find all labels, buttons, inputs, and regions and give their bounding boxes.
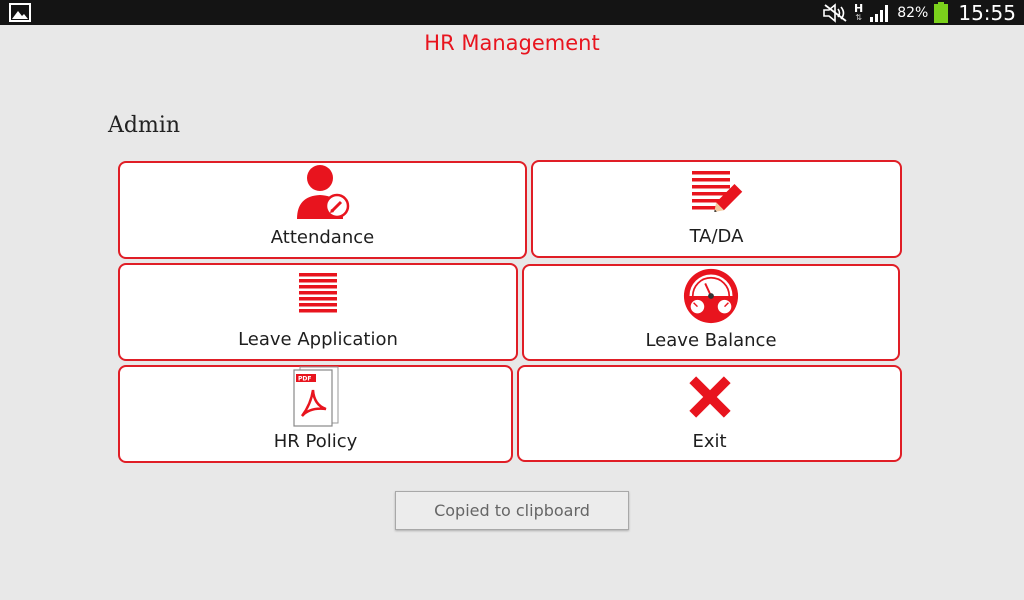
hr-policy-button[interactable]: PDF HR Policy [118, 365, 513, 463]
status-bar: H ⇅ 82% 15:55 [0, 0, 1024, 25]
toast-message: Copied to clipboard [395, 491, 629, 530]
mute-icon [823, 2, 847, 23]
clock: 15:55 [958, 0, 1016, 25]
battery-percent: 82% [897, 4, 929, 21]
section-title: Admin [108, 113, 181, 138]
attendance-user-icon [296, 165, 349, 219]
network-h-icon: H ⇅ [854, 1, 864, 22]
tada-label: TA/DA [689, 226, 744, 247]
signal-icon [870, 4, 889, 22]
pdf-icon: PDF [292, 366, 338, 427]
hr-policy-label: HR Policy [273, 431, 358, 452]
leave-balance-label: Leave Balance [645, 330, 777, 351]
app-title: HR Management [424, 31, 600, 55]
attendance-label: Attendance [270, 227, 375, 248]
leave-application-label: Leave Application [238, 329, 398, 350]
exit-label: Exit [692, 431, 727, 452]
svg-text:PDF: PDF [298, 376, 311, 383]
leave-balance-button[interactable]: Leave Balance [522, 264, 900, 361]
leave-application-button[interactable]: Leave Application [118, 263, 518, 361]
attendance-button[interactable]: Attendance [118, 161, 527, 259]
close-x-icon [688, 376, 731, 418]
tada-button[interactable]: TA/DA [531, 160, 902, 258]
battery-icon [934, 2, 949, 23]
gauge-icon [683, 268, 739, 324]
lines-list-icon [299, 273, 337, 313]
document-edit-icon [691, 171, 742, 212]
gallery-icon [9, 3, 31, 22]
exit-button[interactable]: Exit [517, 365, 902, 462]
status-icons: H ⇅ 82% 15:55 [822, 0, 1016, 25]
